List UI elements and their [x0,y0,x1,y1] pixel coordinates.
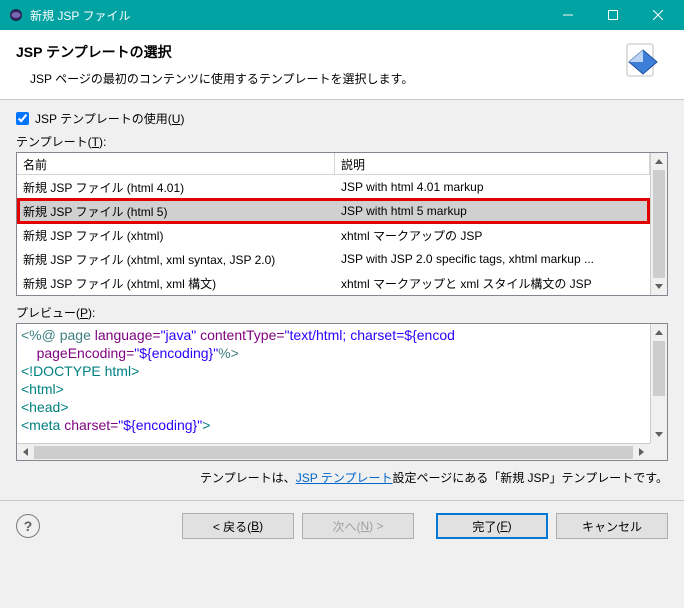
button-bar: ? < 戻る(B) 次へ(N) > 完了(F) キャンセル [0,501,684,551]
cell-desc: JSP with JSP 2.0 specific tags, xhtml ma… [335,252,650,266]
wizard-header: JSP テンプレートの選択 JSP ページの最初のコンテンツに使用するテンプレー… [0,30,684,100]
wizard-subtitle: JSP ページの最初のコンテンツに使用するテンプレートを選択します。 [30,70,618,87]
template-hint: テンプレートは、JSP テンプレート設定ページにある「新規 JSP」テンプレート… [16,469,668,486]
preview-code: <%@ page language="java" contentType="te… [17,324,667,436]
table-row[interactable]: 新規 JSP ファイル (xhtml, xml syntax, JSP 2.0)… [17,247,650,271]
scroll-right-icon[interactable] [633,444,650,461]
scroll-up-icon[interactable] [651,324,667,341]
templates-table[interactable]: 名前 説明 新規 JSP ファイル (html 4.01)JSP with ht… [16,152,668,296]
next-button[interactable]: 次へ(N) > [302,513,414,539]
column-desc[interactable]: 説明 [335,153,650,174]
close-button[interactable] [635,0,680,30]
minimize-button[interactable] [545,0,590,30]
scroll-down-icon[interactable] [651,278,667,295]
wizard-icon [618,42,668,87]
table-row[interactable]: 新規 JSP ファイル (xhtml, xml 構文)xhtml マークアップと… [17,271,650,295]
scroll-thumb[interactable] [653,341,665,396]
table-row[interactable]: 新規 JSP ファイル (html 4.01)JSP with html 4.0… [17,175,650,199]
cell-name: 新規 JSP ファイル (html 5) [17,203,335,220]
window-title: 新規 JSP ファイル [30,7,545,24]
scroll-up-icon[interactable] [651,153,667,170]
use-template-label: JSP テンプレートの使用(U) [35,110,184,127]
table-header-row: 名前 説明 [17,153,650,175]
templates-label: テンプレート(T): [16,133,668,150]
scroll-down-icon[interactable] [651,426,667,443]
wizard-title: JSP テンプレートの選択 [16,42,618,62]
cell-name: 新規 JSP ファイル (html 4.01) [17,179,335,196]
cell-name: 新規 JSP ファイル (xhtml) [17,227,335,244]
help-button[interactable]: ? [16,514,40,538]
use-template-input[interactable] [16,112,29,125]
maximize-button[interactable] [590,0,635,30]
preview-hscroll[interactable] [17,443,650,460]
finish-button[interactable]: 完了(F) [436,513,548,539]
table-row[interactable]: 新規 JSP ファイル (html 5)JSP with html 5 mark… [17,199,650,223]
scroll-corner [650,443,667,460]
preview-label: プレビュー(P): [16,304,668,321]
column-name[interactable]: 名前 [17,153,335,174]
back-button[interactable]: < 戻る(B) [182,513,294,539]
table-row[interactable]: 新規 JSP ファイル (xhtml)xhtml マークアップの JSP [17,223,650,247]
jsp-template-link[interactable]: JSP テンプレート [296,471,393,485]
cancel-button[interactable]: キャンセル [556,513,668,539]
cell-name: 新規 JSP ファイル (xhtml, xml 構文) [17,275,335,292]
scroll-thumb[interactable] [34,446,633,459]
cell-desc: xhtml マークアップの JSP [335,227,650,244]
preview-vscroll[interactable] [650,324,667,443]
cell-desc: xhtml マークアップと xml スタイル構文の JSP [335,275,650,292]
scroll-left-icon[interactable] [17,444,34,461]
table-scrollbar[interactable] [650,153,667,295]
cell-desc: JSP with html 5 markup [335,204,650,218]
title-bar: 新規 JSP ファイル [0,0,684,30]
cell-name: 新規 JSP ファイル (xhtml, xml syntax, JSP 2.0) [17,251,335,268]
scroll-thumb[interactable] [653,170,665,278]
use-template-checkbox[interactable]: JSP テンプレートの使用(U) [16,110,668,127]
eclipse-icon [8,7,24,23]
preview-pane: <%@ page language="java" contentType="te… [16,323,668,461]
cell-desc: JSP with html 4.01 markup [335,180,650,194]
